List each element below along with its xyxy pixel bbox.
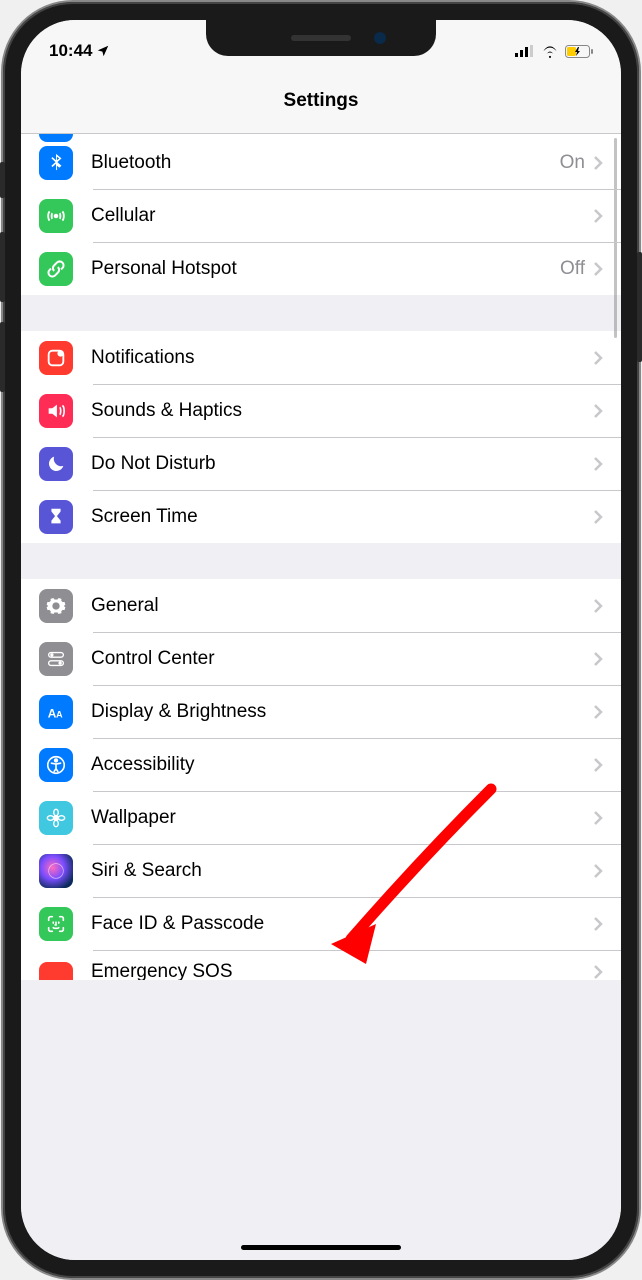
page-title: Settings [284,90,359,112]
chevron-right-icon [593,456,603,472]
chevron-right-icon [593,810,603,826]
moon-icon [39,447,73,481]
row-label: Display & Brightness [91,701,593,723]
cellular-signal-icon [515,45,535,57]
faceid-icon [39,907,73,941]
volume-down-button [0,322,5,392]
siri-icon [39,854,73,888]
settings-row-dnd[interactable]: Do Not Disturb [21,437,621,490]
sos-icon [39,962,73,980]
settings-group-connectivity: Bluetooth On Cellular Personal Hotspot [21,136,621,295]
row-label: Siri & Search [91,860,593,882]
settings-row-emergency[interactable]: Emergency SOS [21,950,621,980]
row-label: Do Not Disturb [91,453,593,475]
row-label: Cellular [91,205,593,227]
text-size-icon: AA [39,695,73,729]
row-label: Wallpaper [91,807,593,829]
settings-row-bluetooth[interactable]: Bluetooth On [21,136,621,189]
row-label: Notifications [91,347,593,369]
settings-group-notifications: Notifications Sounds & Haptics Do Not Di… [21,331,621,543]
settings-list[interactable]: Bluetooth On Cellular Personal Hotspot [21,134,621,1260]
chevron-right-icon [593,863,603,879]
screen: 10:44 Settings B [21,20,621,1260]
row-value: On [560,152,585,174]
accessibility-icon [39,748,73,782]
chevron-right-icon [593,208,603,224]
notification-icon [39,341,73,375]
mute-switch [0,162,5,198]
settings-row-siri[interactable]: Siri & Search [21,844,621,897]
row-label: General [91,595,593,617]
link-icon [39,252,73,286]
volume-up-button [0,232,5,302]
row-label: Face ID & Passcode [91,913,593,935]
row-label: Screen Time [91,506,593,528]
svg-text:A: A [56,709,63,719]
row-label: Control Center [91,648,593,670]
settings-row-hotspot[interactable]: Personal Hotspot Off [21,242,621,295]
chevron-right-icon [593,598,603,614]
settings-row-faceid[interactable]: Face ID & Passcode [21,897,621,950]
row-label: Personal Hotspot [91,258,560,280]
row-value: Off [560,258,585,280]
chevron-right-icon [593,509,603,525]
settings-row-wallpaper[interactable]: Wallpaper [21,791,621,844]
chevron-right-icon [593,350,603,366]
chevron-right-icon [593,964,603,980]
settings-row-cellular[interactable]: Cellular [21,189,621,242]
speaker-icon [39,394,73,428]
settings-row-accessibility[interactable]: Accessibility [21,738,621,791]
gear-icon [39,589,73,623]
toggles-icon [39,642,73,676]
phone-frame: 10:44 Settings B [3,2,639,1278]
battery-icon [565,45,593,58]
chevron-right-icon [593,261,603,277]
chevron-right-icon [593,704,603,720]
chevron-right-icon [593,757,603,773]
settings-group-general: General Control Center AA Display & Brig… [21,579,621,980]
settings-row-general[interactable]: General [21,579,621,632]
settings-row-screentime[interactable]: Screen Time [21,490,621,543]
settings-row-controlcenter[interactable]: Control Center [21,632,621,685]
power-button [637,252,642,362]
row-label: Accessibility [91,754,593,776]
status-time: 10:44 [49,41,92,61]
chevron-right-icon [593,651,603,667]
notch [206,20,436,56]
chevron-right-icon [593,155,603,171]
wifi-icon [541,45,559,58]
row-label: Sounds & Haptics [91,400,593,422]
chevron-right-icon [593,916,603,932]
flower-icon [39,801,73,835]
row-label: Bluetooth [91,152,560,174]
nav-bar: Settings [21,68,621,134]
home-indicator[interactable] [241,1245,401,1250]
antenna-icon [39,199,73,233]
settings-row-notifications[interactable]: Notifications [21,331,621,384]
hourglass-icon [39,500,73,534]
chevron-right-icon [593,403,603,419]
location-arrow-icon [96,44,110,58]
row-label: Emergency SOS [91,961,593,980]
settings-row-sounds[interactable]: Sounds & Haptics [21,384,621,437]
bluetooth-icon [39,146,73,180]
settings-row-display[interactable]: AA Display & Brightness [21,685,621,738]
